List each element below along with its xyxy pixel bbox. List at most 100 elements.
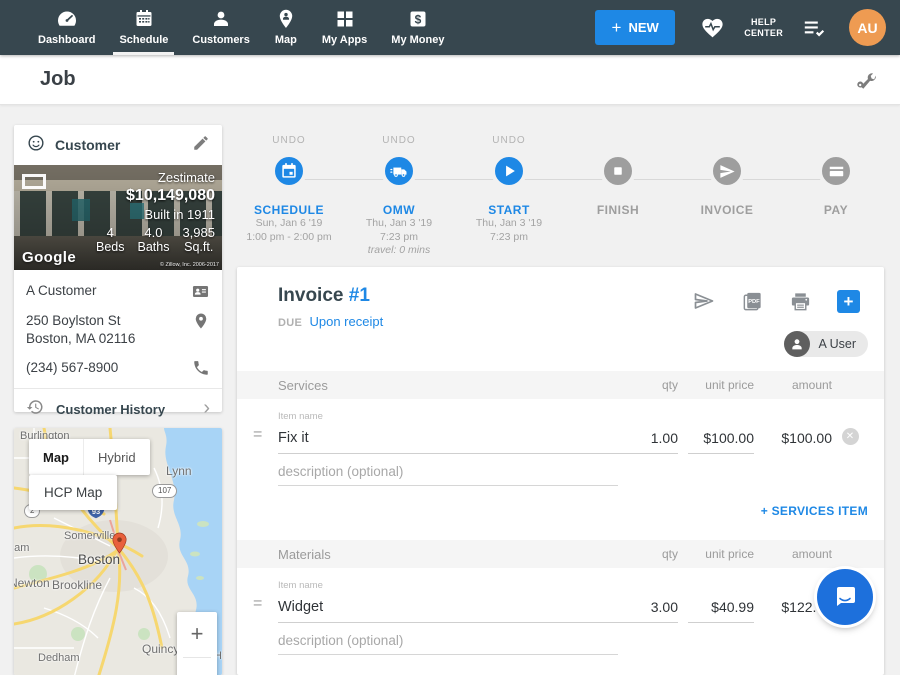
step-finish-circle[interactable] (600, 153, 636, 189)
undo-placeholder (667, 135, 787, 149)
amount-column-header: amount (760, 547, 832, 561)
stat-value: 4.0 (137, 225, 169, 240)
schedule-icon (132, 7, 156, 31)
history-icon (26, 398, 44, 421)
phone-icon[interactable] (188, 359, 210, 377)
description-row (278, 623, 618, 655)
new-button[interactable]: + NEW (595, 10, 675, 45)
qty-column-header: qty (618, 547, 678, 561)
services-section: Services qty unit price amount = Item na… (237, 371, 884, 540)
zoom-out-button[interactable]: − (177, 658, 217, 675)
item-name-input[interactable] (278, 599, 618, 623)
invoice-header: Invoice #1 DUE Upon receipt PDF + A User (237, 267, 884, 371)
step-invoice-circle[interactable] (709, 153, 745, 189)
services-header-bar: Services qty unit price amount (237, 371, 884, 399)
contact-card-icon[interactable] (188, 282, 210, 301)
nav-item-schedule[interactable]: Schedule (107, 0, 180, 55)
map-label: Lynn (166, 464, 192, 478)
stat-label: Beds (96, 240, 125, 255)
section-name: Services (278, 378, 618, 393)
unit-price-input[interactable] (688, 430, 754, 454)
qty-input[interactable] (618, 599, 678, 623)
map-widget[interactable]: Burlington Lynn Somerville Boston ham Ne… (14, 428, 222, 675)
hcp-map-button[interactable]: HCP Map (29, 475, 117, 510)
stat-value: 3,985 (182, 225, 215, 240)
qty-column-header: qty (618, 378, 678, 392)
new-button-label: NEW (628, 20, 658, 35)
photo-credit: © Zillow, Inc. 2006-2017 (160, 262, 219, 268)
invoice-due: DUE Upon receipt (278, 314, 383, 329)
chat-launcher-button[interactable] (817, 569, 873, 625)
zestimate-label: Zestimate (96, 170, 215, 186)
edit-pencil-icon[interactable] (192, 134, 210, 157)
customer-history-button[interactable]: Customer History › (26, 389, 210, 429)
nav-item-my-apps[interactable]: My Apps (310, 0, 379, 55)
stop-icon (609, 162, 627, 180)
step-pay-circle[interactable] (818, 153, 854, 189)
nav-item-customers[interactable]: Customers (180, 0, 261, 55)
send-icon (718, 162, 737, 181)
due-value-link[interactable]: Upon receipt (309, 314, 383, 329)
nav-item-map[interactable]: Map (262, 0, 310, 55)
nav-item-label: My Apps (322, 34, 367, 46)
customer-history-label: Customer History (56, 402, 191, 417)
nav-item-label: Map (275, 34, 297, 46)
stat-beds: 4 Beds (96, 225, 125, 255)
zoom-in-button[interactable]: + (177, 612, 217, 657)
nav-item-label: Customers (192, 34, 249, 46)
materials-section: Materials qty unit price amount = Item n… (237, 540, 884, 675)
map-label: Newton (14, 576, 50, 590)
print-icon[interactable] (789, 290, 812, 313)
nav-item-my-money[interactable]: $ My Money (379, 0, 456, 55)
pdf-icon[interactable]: PDF (741, 290, 764, 313)
map-label: Somerville (64, 530, 115, 542)
map-zoom-control: + − (177, 612, 217, 675)
item-name-input[interactable] (278, 430, 618, 454)
qty-input[interactable] (618, 430, 678, 454)
undo-button[interactable]: UNDO (449, 135, 569, 149)
add-invoice-button[interactable]: + (837, 290, 860, 313)
unit-price-input[interactable] (688, 599, 754, 623)
plus-icon: + (612, 19, 622, 36)
drag-handle[interactable]: = (253, 426, 278, 454)
step-date: Thu, Jan 3 '19 (339, 217, 459, 231)
customer-card: Customer Zestimate $10,149,080 Built in … (14, 125, 222, 412)
qty-field (618, 430, 678, 454)
dashboard-icon (55, 7, 79, 31)
remove-item-button[interactable]: ✕ (842, 428, 859, 445)
invoice-toolbar: PDF + (692, 289, 860, 313)
health-heart-icon[interactable] (699, 14, 726, 41)
map-type-map-button[interactable]: Map (29, 439, 83, 475)
step-start-circle[interactable] (491, 153, 527, 189)
description-input[interactable] (278, 454, 618, 486)
step-omw-circle[interactable] (381, 153, 417, 189)
avatar[interactable]: AU (849, 9, 886, 46)
drag-handle[interactable]: = (253, 595, 278, 623)
description-input[interactable] (278, 623, 618, 655)
nav-item-dashboard[interactable]: Dashboard (26, 0, 107, 55)
nav-item-label: Dashboard (38, 34, 95, 46)
help-center-button[interactable]: HELP CENTER (744, 17, 783, 39)
material-item-row: = Item name $122.97 ✕ (237, 568, 884, 623)
add-services-item-link[interactable]: + SERVICES ITEM (761, 504, 868, 518)
send-invoice-icon[interactable] (692, 289, 716, 313)
job-tools-icon[interactable] (854, 69, 878, 98)
customer-name: A Customer (26, 282, 188, 300)
svg-text:$: $ (415, 12, 422, 26)
undo-button[interactable]: UNDO (339, 135, 459, 149)
activity-list-icon[interactable] (801, 15, 827, 41)
customer-address-row: 250 Boylston St Boston, MA 02116 (26, 312, 210, 348)
nav-item-label: Schedule (119, 34, 168, 46)
map-type-hybrid-button[interactable]: Hybrid (83, 439, 150, 475)
face-icon (26, 133, 46, 158)
service-item-row: = Item name $100.00 ✕ (237, 399, 884, 454)
location-pin-icon[interactable] (188, 312, 210, 330)
customer-phone-row: (234) 567-8900 (26, 359, 210, 377)
customer-phone: (234) 567-8900 (26, 359, 188, 377)
property-photo[interactable]: Zestimate $10,149,080 Built in 1911 4 Be… (14, 165, 222, 270)
amount-value: $100.00 (760, 430, 832, 454)
undo-button[interactable]: UNDO (229, 135, 349, 149)
step-travel: travel: 0 mins (339, 244, 459, 258)
step-schedule-circle[interactable] (271, 153, 307, 189)
assigned-user-chip[interactable]: A User (784, 331, 868, 357)
